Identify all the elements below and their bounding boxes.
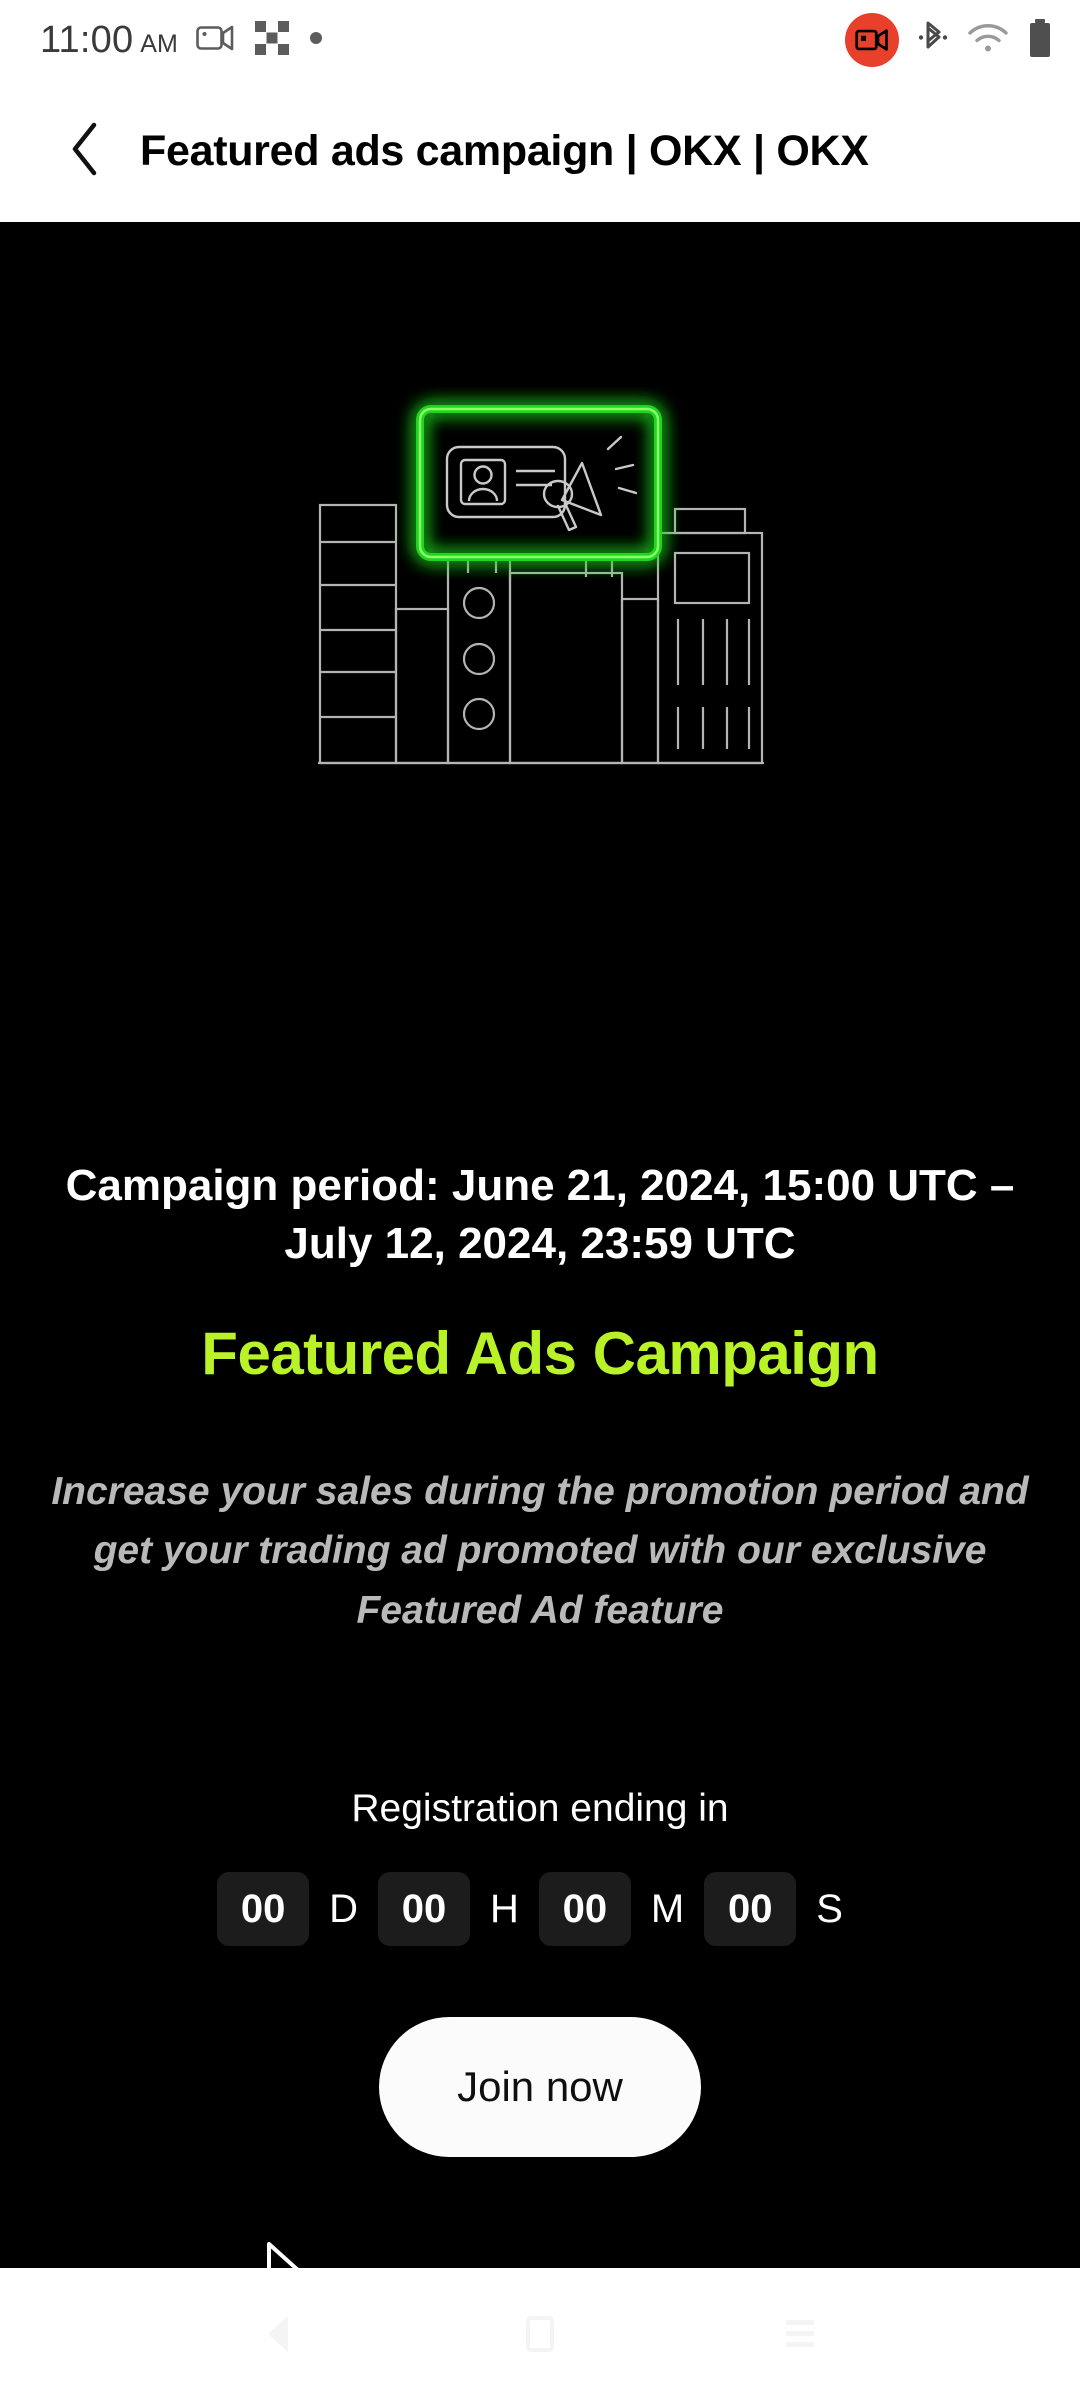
- campaign-period-text: Campaign period: June 21, 2024, 15:00 UT…: [65, 1161, 1015, 1269]
- countdown-hours-value: 00: [377, 1872, 470, 1946]
- status-bar-right: [845, 13, 1052, 67]
- countdown-seconds-unit: S: [816, 1886, 843, 1931]
- countdown-minutes-unit: M: [650, 1886, 685, 1931]
- back-button[interactable]: [54, 120, 116, 182]
- puzzle-squares-icon: [254, 20, 290, 61]
- recents-nav-icon[interactable]: [760, 2294, 840, 2374]
- countdown-days-value: 00: [217, 1872, 310, 1946]
- page-title: Featured ads campaign | OKX | OKX: [140, 126, 869, 175]
- city-skyline-billboard-illustration: [290, 387, 790, 792]
- home-nav-icon[interactable]: [500, 2294, 580, 2374]
- status-bar: 11:00 AM: [0, 0, 1080, 80]
- join-now-button[interactable]: Join now: [379, 2017, 701, 2157]
- mouse-cursor-icon: [264, 2240, 318, 2268]
- countdown-minutes-value: 00: [538, 1872, 631, 1946]
- android-nav-bar: [0, 2268, 1080, 2400]
- status-bar-clock: 11:00 AM: [40, 19, 178, 62]
- title-bar: Featured ads campaign | OKX | OKX: [0, 80, 1080, 222]
- clock-time: 11:00: [40, 18, 134, 61]
- back-nav-icon[interactable]: [240, 2294, 320, 2374]
- phone-screen: 11:00 AM Featured ads campaign | OKX | O…: [0, 0, 1080, 2400]
- screen-record-camera-icon: [195, 22, 236, 59]
- dot-icon: [308, 30, 324, 51]
- clock-ampm: AM: [140, 29, 178, 58]
- countdown-seconds-value: 00: [704, 1872, 797, 1946]
- status-bar-left: 11:00 AM: [40, 19, 324, 62]
- chevron-left-icon: [68, 121, 102, 182]
- countdown-timer: 00 D 00 H 00 M 00 S: [0, 1872, 1080, 1946]
- campaign-subtitle: Increase your sales during the promotion…: [51, 1470, 1029, 1632]
- bluetooth-icon: [918, 19, 948, 62]
- countdown-hours-unit: H: [489, 1886, 519, 1931]
- id-card-icon: [445, 445, 567, 519]
- countdown-label: Registration ending in: [351, 1787, 729, 1830]
- campaign-headline: Featured Ads Campaign: [201, 1320, 879, 1387]
- recording-badge-icon: [845, 13, 899, 67]
- join-button-wrap: Join now: [0, 2017, 1080, 2157]
- battery-icon: [1028, 18, 1052, 63]
- countdown-days-unit: D: [329, 1886, 358, 1931]
- wifi-icon: [967, 22, 1009, 59]
- hero-illustration-wrap: [0, 387, 1080, 792]
- page-content: Campaign period: June 21, 2024, 15:00 UT…: [0, 222, 1080, 2268]
